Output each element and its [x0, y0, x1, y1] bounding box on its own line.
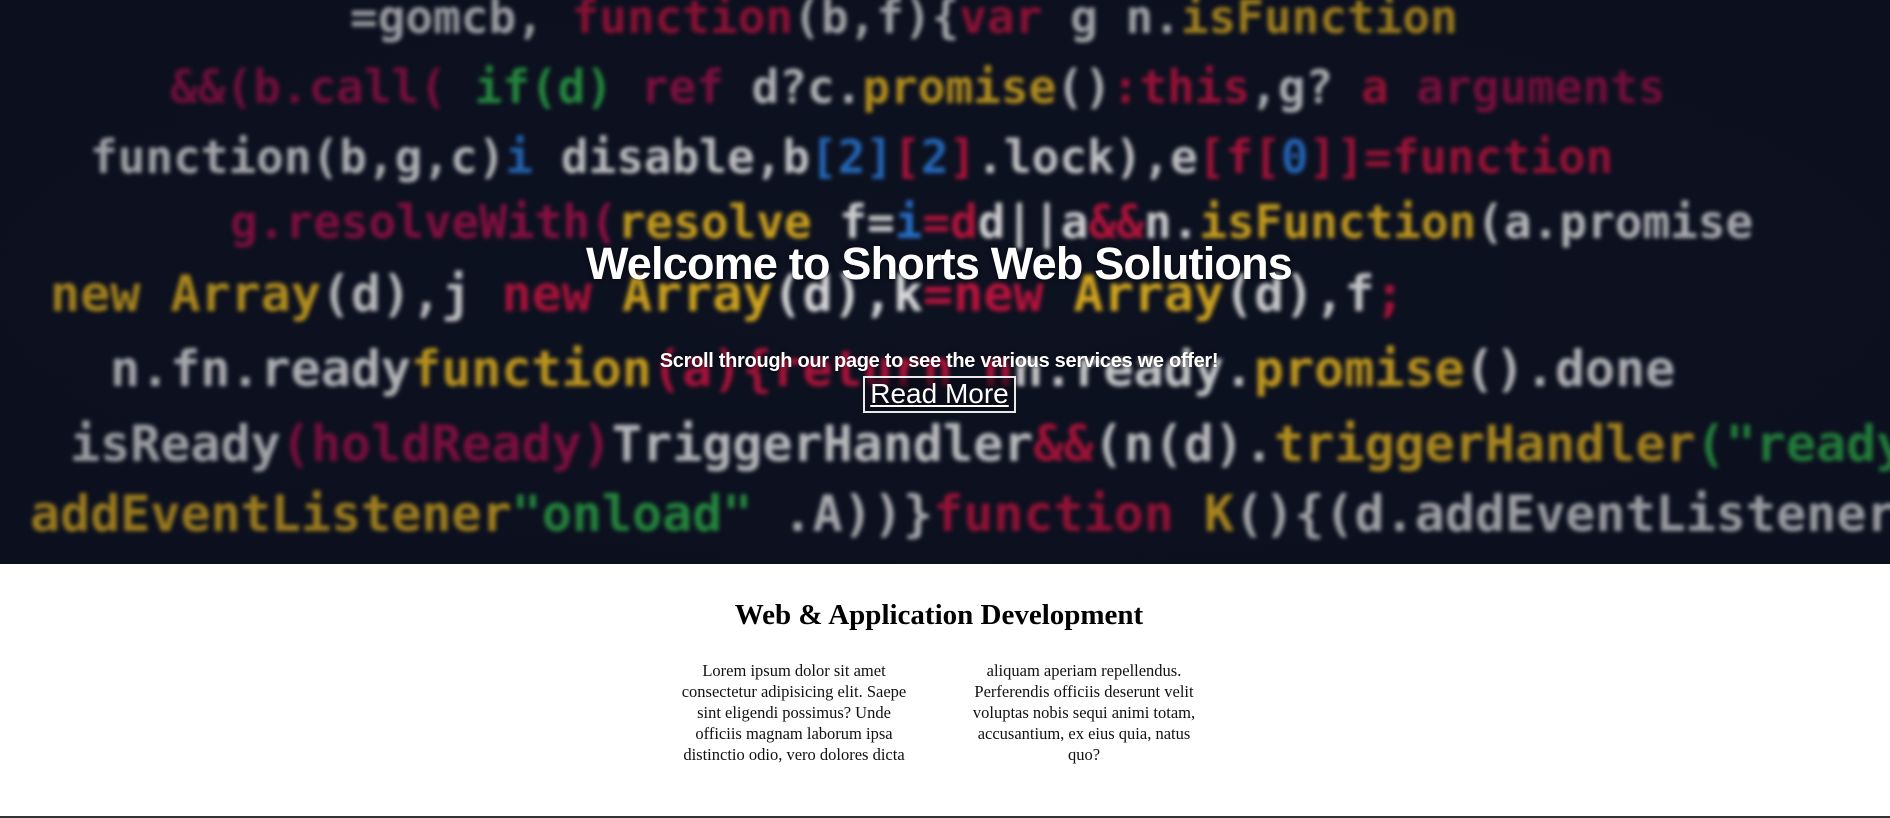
read-more-button[interactable]: Read More: [863, 376, 1016, 413]
hero-subtitle: Scroll through our page to see the vario…: [659, 350, 1219, 372]
text-line: aliquam aperiam repellendus.: [986, 661, 1182, 680]
text-column-left: Lorem ipsum dolor sit amet consectetur a…: [669, 660, 919, 765]
hero-title: Welcome to Shorts Web Solutions: [585, 238, 1293, 289]
text-line: officiis magnam laborum ipsa: [695, 724, 893, 743]
text-line: accusantium, ex eius quia, natus: [977, 724, 1191, 743]
hero-section: =gomcb, function(b,f){var g n.isFunction…: [0, 0, 1890, 564]
text-line: distinctio odio, vero dolores dicta: [683, 745, 905, 764]
text-line: voluptas nobis sequi animi totam,: [972, 703, 1196, 722]
hero-content: Welcome to Shorts Web Solutions Scroll t…: [0, 0, 1890, 564]
text-line: Lorem ipsum dolor sit amet: [702, 661, 886, 680]
text-line: quo?: [1067, 745, 1101, 764]
text-line: consectetur adipisicing elit. Saepe: [681, 682, 907, 701]
section-heading: Web & Application Development: [734, 599, 1144, 631]
text-line: sint eligendi possimus? Unde: [697, 703, 891, 722]
text-line: Perferendis officiis deserunt velit: [974, 682, 1194, 701]
services-section: Web & Application Development Lorem ipsu…: [0, 564, 1890, 818]
text-column-right: aliquam aperiam repellendus. Perferendis…: [959, 660, 1209, 765]
